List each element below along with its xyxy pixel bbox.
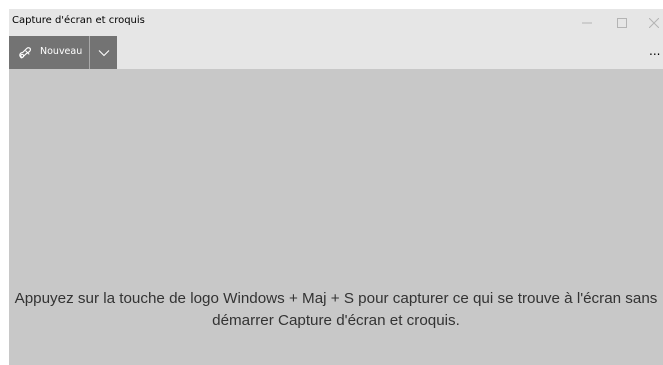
new-snip-button[interactable]: Nouveau [9, 36, 89, 69]
maximize-button[interactable] [607, 9, 637, 36]
window-title: Capture d'écran et croquis [12, 15, 145, 26]
instruction-text: Appuyez sur la touche de logo Windows + … [14, 290, 658, 329]
minimize-icon [582, 22, 592, 23]
more-options-button[interactable]: ... [649, 44, 660, 58]
title-bar: Capture d'écran et croquis [9, 9, 663, 36]
app-window: Capture d'écran et croquis Nouveau ... A… [9, 9, 663, 365]
snip-mode-dropdown-button[interactable] [90, 36, 117, 69]
minimize-button[interactable] [572, 9, 602, 36]
close-icon [649, 17, 659, 28]
canvas-area: Appuyez sur la touche de logo Windows + … [9, 69, 663, 365]
close-button[interactable] [643, 9, 663, 36]
chevron-down-icon [98, 49, 109, 56]
maximize-icon [617, 17, 627, 28]
new-snip-label: Nouveau [40, 46, 83, 57]
command-bar: Nouveau ... [9, 36, 663, 69]
snip-icon [19, 47, 31, 59]
